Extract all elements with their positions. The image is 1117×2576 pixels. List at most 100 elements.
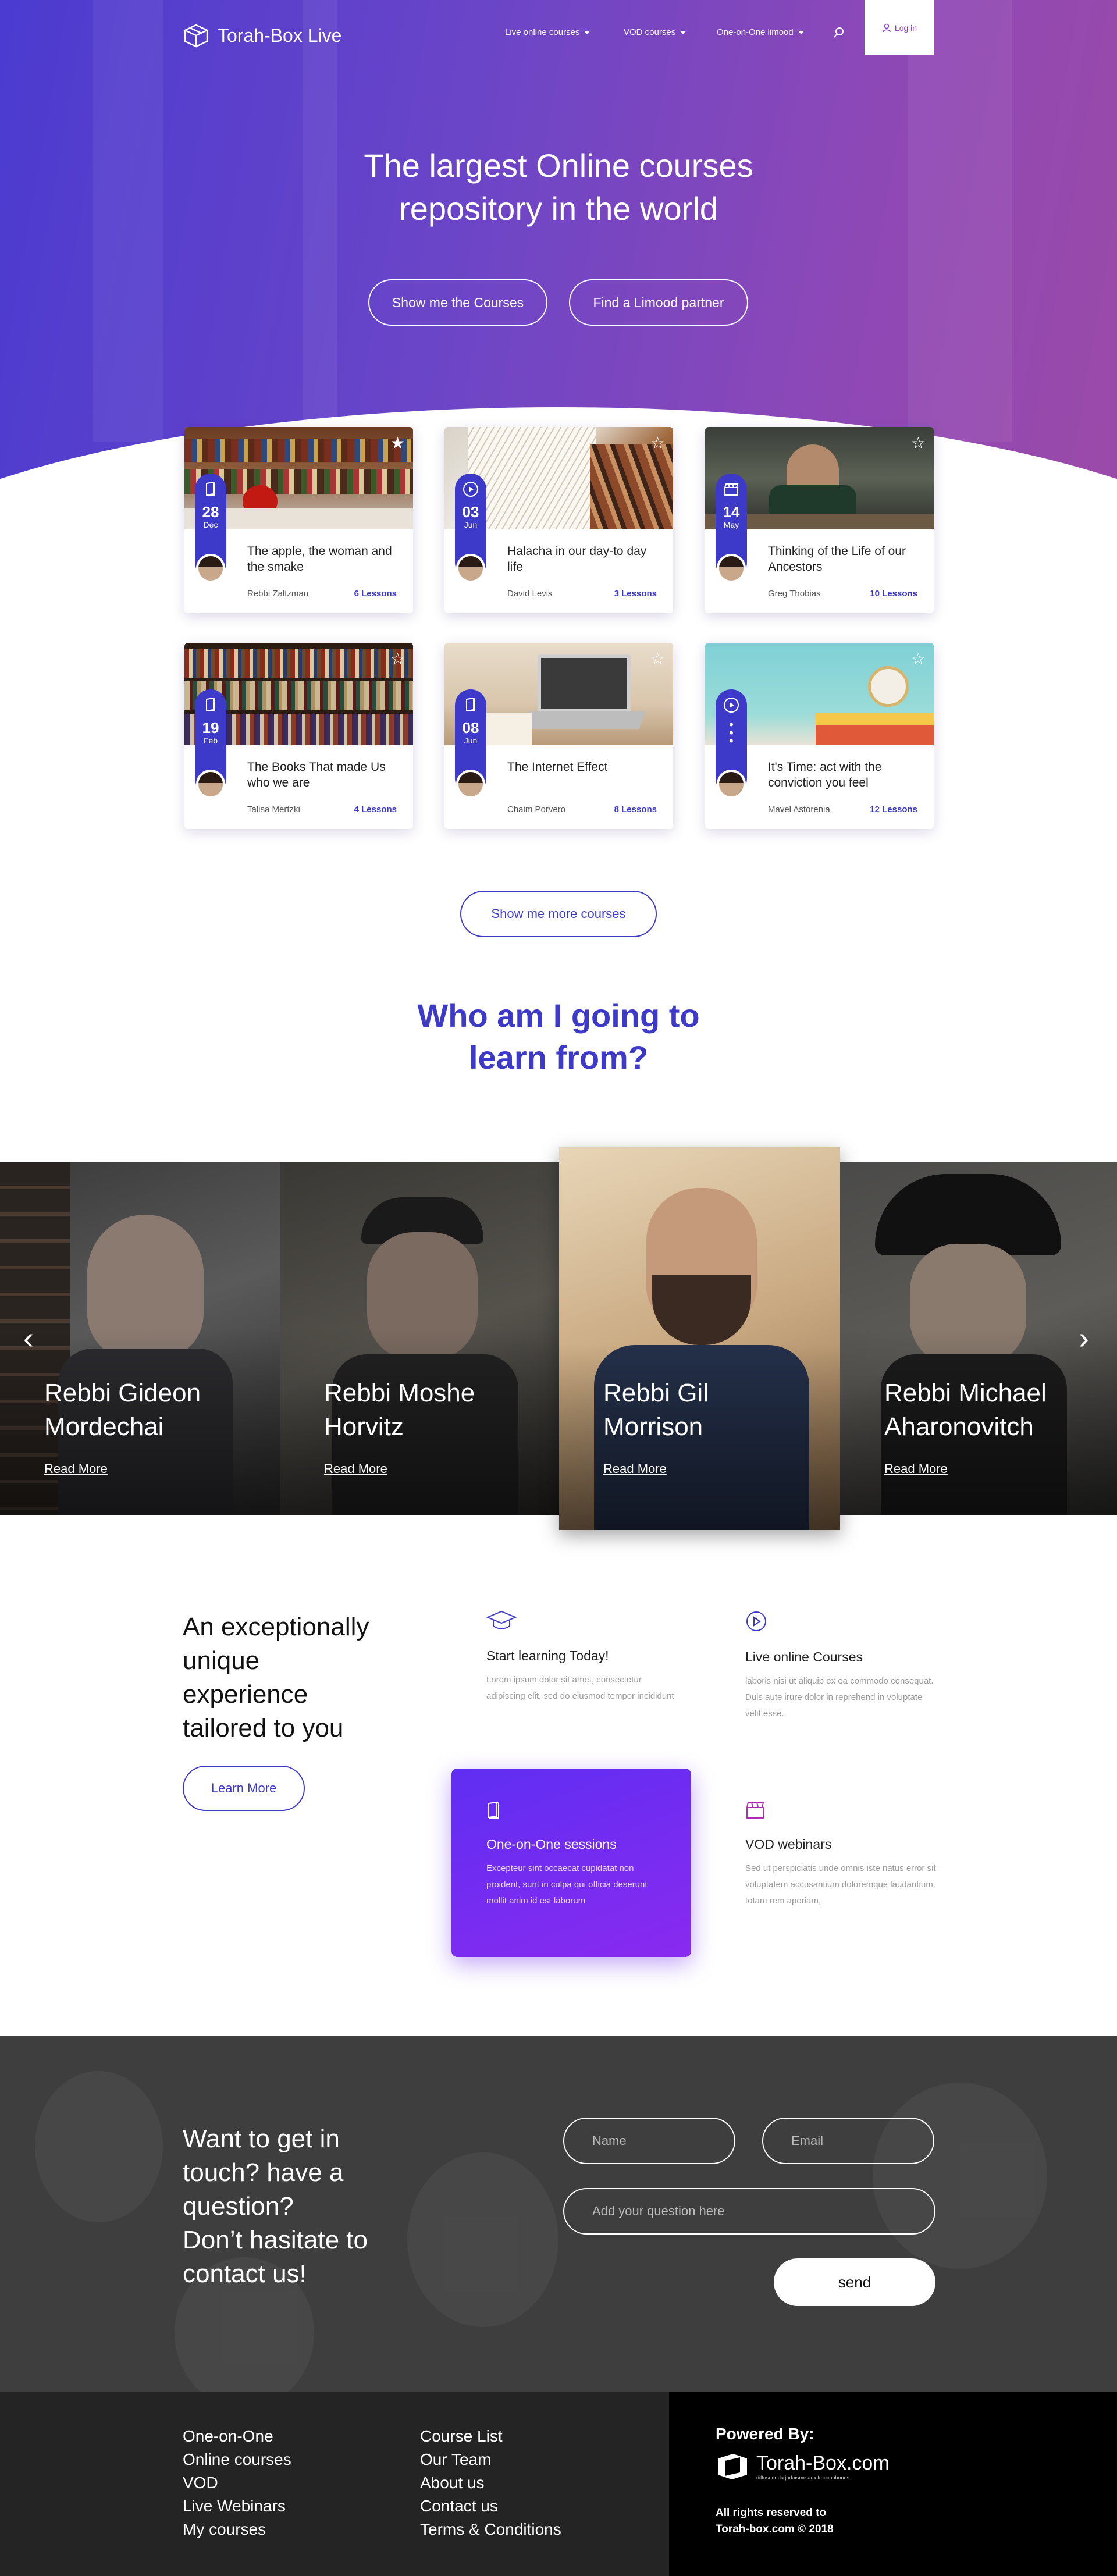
read-more-link[interactable]: Read More	[324, 1461, 387, 1476]
avatar	[196, 770, 225, 799]
send-button[interactable]: send	[774, 2258, 935, 2306]
footer-link[interactable]: VOD	[183, 2471, 291, 2495]
footer-brand-panel	[669, 2392, 1117, 2576]
course-author: David Levis	[507, 589, 553, 599]
date-placeholder-dots: • • •	[729, 717, 734, 748]
brand-name: Torah-Box Live	[218, 24, 342, 46]
feature-desc: Excepteur sint occaecat cupidatat non pr…	[486, 1863, 648, 1906]
footer-link[interactable]: One-on-One	[183, 2425, 291, 2448]
login-label: Log in	[894, 23, 917, 33]
find-partner-button[interactable]: Find a Limood partner	[569, 279, 748, 326]
bg-shape	[873, 2083, 1047, 2269]
book-icon	[486, 1801, 656, 1823]
torah-box-tagline: diffuseur du judaïsme aux francophones	[756, 2474, 849, 2481]
favorite-star-icon[interactable]: ☆	[650, 435, 665, 451]
feature-item: Live online Courses laboris nisi ut aliq…	[745, 1610, 937, 1722]
read-more-link[interactable]: Read More	[603, 1461, 667, 1476]
contact-section	[0, 2036, 1117, 2392]
show-courses-button[interactable]: Show me the Courses	[368, 279, 547, 326]
date-day: 03	[462, 503, 479, 521]
feature-item: Start learning Today! Lorem ipsum dolor …	[486, 1610, 678, 1705]
show-more-courses-button[interactable]: Show me more courses	[460, 891, 657, 937]
avatar	[196, 554, 225, 583]
user-icon	[883, 23, 891, 32]
read-more-link[interactable]: Read More	[44, 1461, 108, 1476]
nav-label: Live online courses	[505, 27, 580, 37]
course-card[interactable]: ☆ 03 Jun Halacha in our day-to day life …	[444, 427, 673, 613]
teacher-card[interactable]: Rebbi Gideon Mordechai Read More	[0, 1162, 280, 1515]
footer-link[interactable]: Course List	[420, 2425, 561, 2448]
teacher-name: Rebbi Michael Aharonovitch	[884, 1379, 1047, 1441]
nav-one-on-one[interactable]: One-on-One limood	[717, 27, 804, 37]
course-title: Halacha in our day-to day life	[507, 545, 647, 574]
favorite-star-icon[interactable]: ☆	[911, 651, 926, 667]
search-icon[interactable]	[833, 27, 845, 41]
avatar	[717, 770, 746, 799]
nav-vod-courses[interactable]: VOD courses	[624, 27, 686, 37]
favorite-star-icon[interactable]: ☆	[911, 435, 926, 451]
course-author: Greg Thobias	[768, 589, 821, 599]
powered-by-label: Powered By:	[716, 2425, 814, 2443]
date-month: May	[723, 520, 739, 529]
nav-label: One-on-One limood	[717, 27, 794, 37]
feature-title: One-on-One sessions	[486, 1837, 617, 1852]
date-day: 14	[723, 503, 740, 521]
date-day: 19	[202, 719, 219, 736]
lesson-count: 6 Lessons	[354, 589, 397, 599]
hero-bg-shape	[908, 0, 1012, 442]
favorite-star-icon[interactable]: ★	[390, 435, 405, 451]
footer-link[interactable]: Contact us	[420, 2495, 561, 2518]
footer-link[interactable]: My courses	[183, 2518, 291, 2541]
hero-title-line: The largest Online courses	[364, 147, 753, 184]
learn-more-button[interactable]: Learn More	[183, 1766, 305, 1811]
slider-next-arrow-icon[interactable]: ›	[1079, 1322, 1089, 1354]
copyright: All rights reserved to Torah-box.com © 2…	[716, 2507, 834, 2535]
slider-prev-arrow-icon[interactable]: ‹	[23, 1322, 34, 1354]
login-button[interactable]: Log in	[865, 0, 934, 55]
book-icon	[195, 479, 226, 499]
play-icon	[455, 479, 486, 499]
graduation-cap-icon	[486, 1610, 678, 1634]
teacher-card-active[interactable]: Rebbi Gil Morrison Read More	[559, 1147, 840, 1530]
course-card[interactable]: ☆ 19 Feb The Books That made Us who we a…	[184, 643, 413, 829]
hero-bg-shape	[93, 0, 163, 442]
teacher-card[interactable]: Rebbi Moshe Horvitz Read More	[280, 1162, 560, 1515]
nav-live-courses[interactable]: Live online courses	[505, 27, 590, 37]
footer-link[interactable]: Live Webinars	[183, 2495, 291, 2518]
torah-box-logo[interactable]: Torah-Box.com diffuseur du judaïsme aux …	[716, 2452, 890, 2481]
course-card[interactable]: ☆ 14 May Thinking of the Life of our Anc…	[705, 427, 934, 613]
footer-link[interactable]: Online courses	[183, 2448, 291, 2471]
teacher-card[interactable]: Rebbi Michael Aharonovitch Read More	[840, 1162, 1117, 1515]
features-heading: An exceptionally unique experience tailo…	[183, 1613, 369, 1742]
course-author: Talisa Mertzki	[247, 805, 300, 814]
section-title-line: Who am I going to	[417, 997, 700, 1034]
lesson-count: 10 Lessons	[870, 589, 917, 599]
question-input[interactable]: Add your question here	[563, 2188, 935, 2235]
name-input[interactable]: Name	[563, 2118, 735, 2164]
email-input[interactable]: Email	[762, 2118, 934, 2164]
course-title: Thinking of the Life of our Ancestors	[768, 545, 906, 574]
lesson-count: 8 Lessons	[614, 805, 657, 814]
footer-link[interactable]: Our Team	[420, 2448, 561, 2471]
play-icon	[716, 695, 747, 715]
teacher-name: Rebbi Gideon Mordechai	[44, 1379, 201, 1441]
footer-link[interactable]: Terms & Conditions	[420, 2518, 561, 2541]
book-icon	[455, 695, 486, 715]
brand-logo[interactable]: Torah-Box Live	[183, 23, 341, 48]
course-card[interactable]: ☆ 08 Jun The Internet Effect Chaim Porve…	[444, 643, 673, 829]
favorite-star-icon[interactable]: ☆	[650, 651, 665, 667]
date-month: Dec	[203, 520, 218, 529]
favorite-star-icon[interactable]: ☆	[390, 651, 405, 667]
course-author: Mavel Astorenia	[768, 805, 830, 814]
feature-item-active[interactable]: One-on-One sessions Excepteur sint occae…	[451, 1769, 691, 1957]
date-day: 28	[202, 503, 219, 521]
course-card[interactable]: ★ 28 Dec The apple, the woman and the sm…	[184, 427, 413, 613]
date-day: 08	[462, 719, 479, 736]
date-month: Jun	[464, 736, 478, 745]
footer-link[interactable]: About us	[420, 2471, 561, 2495]
play-circle-icon	[745, 1610, 937, 1635]
course-card[interactable]: ☆ • • • It's Time: act with the conviction…	[705, 643, 934, 829]
read-more-link[interactable]: Read More	[884, 1461, 948, 1476]
course-title: It's Time: act with the conviction you f…	[768, 760, 882, 789]
caret-down-icon	[584, 30, 590, 34]
